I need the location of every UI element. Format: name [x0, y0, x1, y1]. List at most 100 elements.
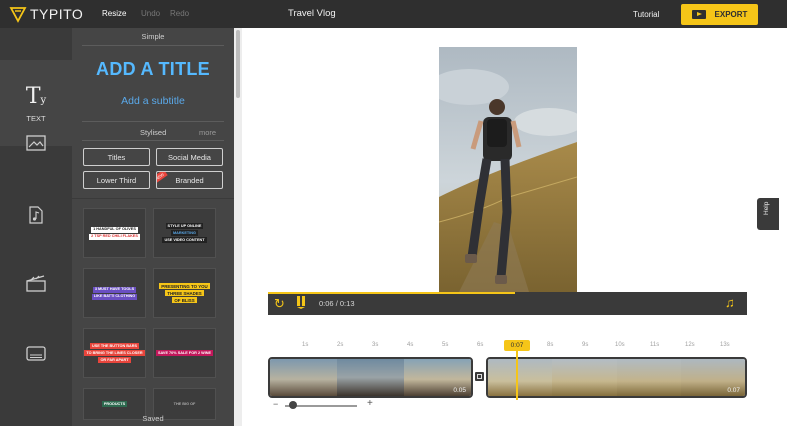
help-label: Help — [763, 201, 770, 215]
template-line: USE VIDEO CONTENT — [162, 237, 207, 243]
add-subtitle-button[interactable]: Add a subtitle — [72, 95, 234, 107]
timeline-tick: 2s — [337, 342, 344, 348]
clip-duration: 0.05 — [453, 387, 466, 394]
zoom-out-button[interactable]: − — [273, 399, 278, 409]
export-label: EXPORT — [714, 10, 748, 19]
scrollbar-thumb[interactable] — [236, 30, 240, 98]
simple-header: Simple — [141, 32, 165, 41]
total-time: 0:13 — [339, 299, 355, 308]
timeline-tick: 12s — [685, 342, 695, 348]
clip-frame — [616, 359, 681, 396]
template-thumbnail[interactable]: USE THE BUTTON BARS TO BRING THE LINES C… — [83, 328, 146, 378]
template-line: OR FAR APART — [98, 357, 131, 363]
stylised-header: Stylised — [140, 128, 167, 137]
category-titles-button[interactable]: Titles — [83, 148, 150, 166]
clip-frame — [270, 359, 337, 396]
timeline-tick: 5s — [442, 342, 449, 348]
divider — [82, 140, 224, 141]
playhead[interactable] — [516, 351, 518, 400]
template-line: USE THE BUTTON BARS — [89, 343, 140, 349]
zoom-slider-handle[interactable] — [289, 401, 297, 409]
category-branded-button[interactable]: NEW Branded — [156, 171, 223, 189]
export-button[interactable]: EXPORT — [681, 4, 758, 25]
divider — [82, 45, 224, 46]
template-line: OF BLISS — [172, 297, 197, 303]
template-line: TO BRING THE LINES CLOSER — [84, 350, 145, 356]
sidebar-rail: Ty TEXT — [0, 28, 72, 426]
template-line: 1 HANDFUL OF OLIVES — [91, 226, 138, 233]
time-separator: / — [335, 299, 338, 308]
template-line: PRODUCTS — [101, 401, 128, 407]
clip-frame — [488, 359, 553, 396]
video-preview[interactable] — [439, 47, 577, 292]
transition-icon[interactable] — [475, 372, 484, 381]
template-line: PRESENTING TO YOU — [159, 283, 210, 289]
undo-button[interactable]: Undo — [141, 9, 160, 18]
playhead-time[interactable]: 0:07 — [504, 340, 530, 351]
typito-logo-icon — [9, 7, 27, 23]
clip-frame — [337, 359, 404, 396]
template-line: THREE SHADES — [165, 290, 204, 296]
current-time: 0:06 — [319, 299, 334, 308]
clapperboard-icon — [26, 274, 46, 292]
clip-frame — [552, 359, 617, 396]
saved-status: Saved — [142, 414, 164, 423]
timeline-tick: 13s — [720, 342, 730, 348]
caption-icon — [26, 345, 46, 361]
music-note-icon[interactable]: ♫ — [725, 295, 735, 310]
logo-text: TYPITO — [30, 6, 84, 22]
template-thumbnail[interactable]: 1 HANDFUL OF OLIVES 2 TSP RED CHILI FLAK… — [83, 208, 146, 258]
sidebar-item-music[interactable] — [0, 200, 72, 230]
timeline-clip-2[interactable]: 0.07 — [486, 357, 747, 398]
playback-progress[interactable] — [268, 292, 515, 294]
template-line: STYLE UP ONLINE — [165, 223, 204, 229]
preview-frame-image — [439, 47, 577, 292]
timeline-tick: 3s — [372, 342, 379, 348]
sidebar-item-clip[interactable] — [0, 268, 72, 298]
template-line: 2 TSP RED CHILI FLAKES — [89, 233, 140, 240]
text-panel: Simple ADD A TITLE Add a subtitle Stylis… — [72, 28, 234, 426]
sidebar-item-caption[interactable] — [0, 338, 72, 368]
template-line: SAVE 70% SALE FOR 2 WINE — [155, 350, 214, 356]
music-file-icon — [29, 206, 43, 224]
timeline-tick: 11s — [650, 342, 660, 348]
template-line: 3 MUST HAVE TOOLS — [92, 286, 137, 293]
add-title-button[interactable]: ADD A TITLE — [72, 59, 234, 80]
typito-logo[interactable]: TYPITO — [9, 5, 83, 23]
zoom-in-button[interactable]: + — [367, 398, 373, 409]
template-thumbnail[interactable]: PRESENTING TO YOU THREE SHADES OF BLISS — [153, 268, 216, 318]
timeline-tick: 9s — [582, 342, 589, 348]
clip-duration: 0.07 — [727, 387, 740, 394]
sidebar-item-image[interactable] — [0, 128, 72, 158]
timeline-clip-1[interactable]: 0.05 — [268, 357, 473, 398]
template-line: THE BIG OF — [173, 401, 196, 406]
tutorial-link[interactable]: Tutorial — [633, 10, 659, 19]
divider — [82, 121, 224, 122]
template-thumbnail[interactable]: STYLE UP ONLINE MARKETING USE VIDEO CONT… — [153, 208, 216, 258]
typito-editor: TYPITO Resize Undo Redo Travel Vlog Tuto… — [0, 0, 787, 426]
timeline-tick: 1s — [302, 342, 309, 348]
more-link[interactable]: more — [199, 128, 216, 137]
category-label: Branded — [175, 175, 204, 185]
video-play-icon — [691, 10, 706, 19]
new-badge: NEW — [157, 172, 168, 184]
category-social-media-button[interactable]: Social Media — [156, 148, 223, 166]
template-thumbnail[interactable]: 3 MUST HAVE TOOLS LIKE BATTI CLOTHING — [83, 268, 146, 318]
timeline-tick: 6s — [477, 342, 484, 348]
project-title[interactable]: Travel Vlog — [288, 8, 336, 19]
divider — [72, 198, 234, 199]
image-icon — [26, 135, 46, 151]
replay-icon[interactable]: ↻ — [274, 296, 285, 311]
pause-icon[interactable] — [297, 296, 306, 309]
text-icon: Ty — [25, 83, 47, 109]
help-tab[interactable]: Help — [757, 198, 779, 230]
category-lower-third-button[interactable]: Lower Third — [83, 171, 150, 189]
template-line: MARKETING — [171, 230, 198, 236]
timeline-tick: 8s — [547, 342, 554, 348]
playback-time: 0:06 / 0:13 — [319, 299, 355, 308]
top-bar: TYPITO Resize Undo Redo Travel Vlog Tuto… — [0, 0, 787, 28]
redo-button[interactable]: Redo — [170, 9, 189, 18]
template-thumbnail[interactable]: SAVE 70% SALE FOR 2 WINE — [153, 328, 216, 378]
resize-button[interactable]: Resize — [102, 9, 126, 18]
template-line: LIKE BATTI CLOTHING — [91, 293, 138, 300]
